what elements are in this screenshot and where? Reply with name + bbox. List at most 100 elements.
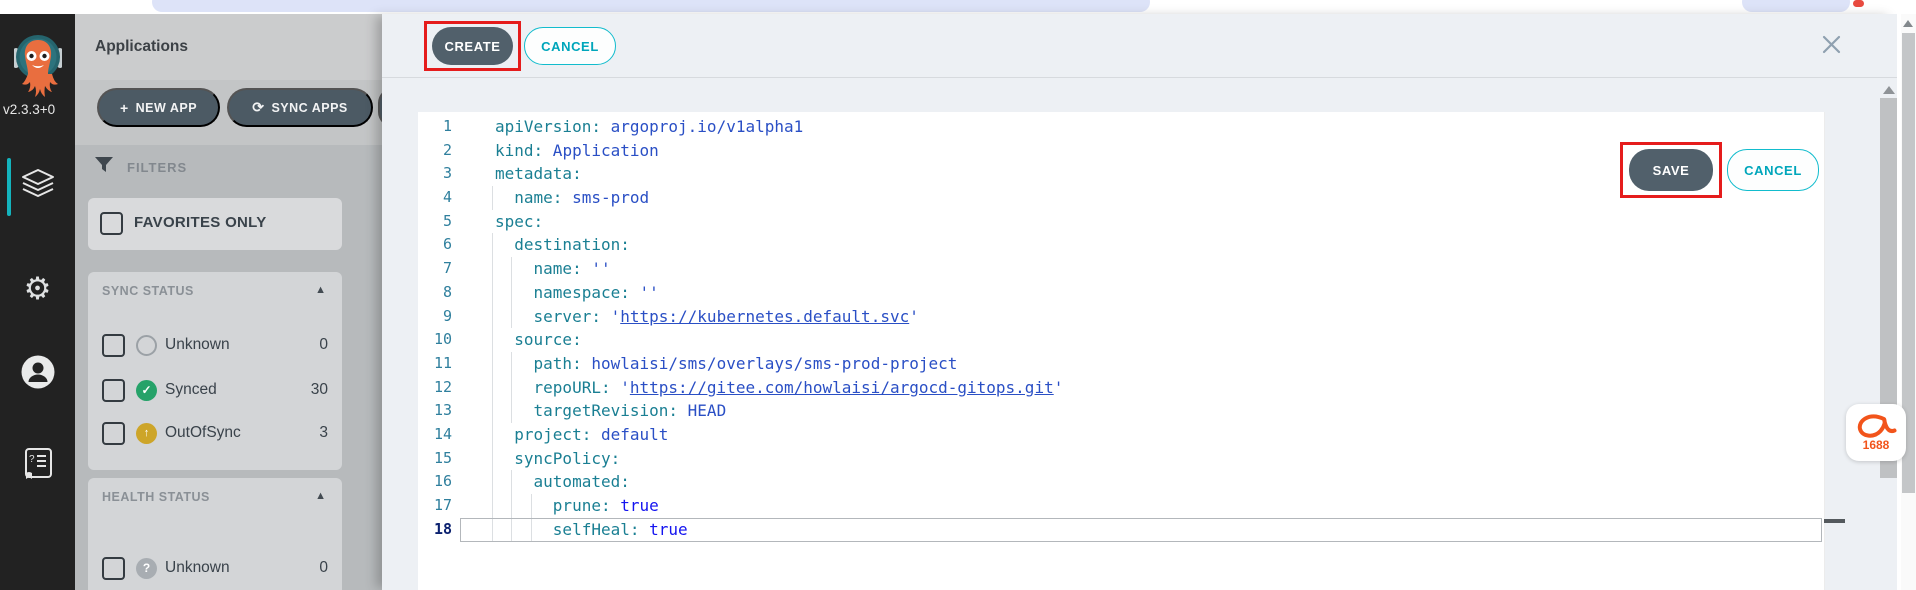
sidebar-item-settings[interactable]: ⚙ (0, 258, 75, 320)
sync-unknown-status-icon (136, 335, 157, 356)
indent-guide (492, 352, 493, 376)
code-line[interactable]: destination: (495, 233, 1824, 257)
indent-guide (492, 328, 493, 352)
code-token: howlaisi/sms/overlays/sms-prod-project (582, 354, 958, 373)
filter-checkbox[interactable] (102, 557, 125, 580)
filter-count: 0 (319, 559, 328, 577)
code-line[interactable]: path: howlaisi/sms/overlays/sms-prod-pro… (495, 352, 1824, 376)
code-line[interactable]: source: (495, 328, 1824, 352)
save-button[interactable]: SAVE (1629, 149, 1713, 191)
layers-icon (20, 168, 56, 207)
gear-icon: ⚙ (24, 271, 52, 307)
argocd-logo[interactable] (14, 26, 62, 102)
create-button[interactable]: CREATE (432, 27, 513, 65)
favorites-label: FAVORITES ONLY (134, 214, 267, 231)
code-token: repoURL: (495, 378, 611, 397)
code-line[interactable]: selfHeal: true (495, 518, 1824, 542)
code-line[interactable]: spec: (495, 210, 1824, 234)
filter-label: OutOfSync (165, 424, 241, 442)
help-book-icon: ? (21, 446, 55, 489)
outofsync-status-icon: ↑ (136, 423, 157, 444)
code-token: targetRevision: (495, 401, 678, 420)
favorites-checkbox[interactable] (100, 212, 123, 235)
code-token: name: (495, 259, 582, 278)
line-number: 13 (418, 399, 452, 423)
filter-checkbox[interactable] (102, 422, 125, 445)
code-line[interactable]: apiVersion: argoproj.io/v1alpha1 (495, 115, 1824, 139)
code-token: ' (601, 307, 620, 326)
browser-tab-shape (1742, 0, 1850, 12)
indent-guide (531, 494, 532, 518)
code-token: https://kubernetes.default.svc (620, 307, 909, 326)
alibaba-logo-icon (1853, 414, 1899, 440)
page-scrollbar[interactable] (1901, 14, 1916, 590)
indent-guide (492, 518, 493, 542)
sync-apps-button[interactable]: ⟳ SYNC APPS (227, 88, 373, 127)
new-app-button[interactable]: + NEW APP (97, 88, 220, 127)
sidebar-item-help[interactable]: ? (0, 436, 75, 498)
sidebar-item-user[interactable] (0, 343, 75, 405)
badge-label: 1688 (1863, 438, 1890, 452)
code-line[interactable]: targetRevision: HEAD (495, 399, 1824, 423)
filter-count: 3 (319, 424, 328, 442)
close-icon[interactable] (1822, 35, 1841, 54)
filter-checkbox[interactable] (102, 379, 125, 402)
code-token: default (591, 425, 668, 444)
code-line[interactable]: server: 'https://kubernetes.default.svc' (495, 305, 1824, 329)
panel-scroll-up-icon[interactable] (1883, 86, 1895, 94)
alibaba-1688-badge[interactable]: 1688 (1846, 404, 1906, 461)
code-line[interactable]: prune: true (495, 494, 1824, 518)
code-token: kind: (495, 141, 543, 160)
line-number: 16 (418, 470, 452, 494)
line-number: 2 (418, 139, 452, 163)
filter-checkbox[interactable] (102, 334, 125, 357)
panel-header: CREATE CANCEL (382, 14, 1897, 78)
editor-hscrollbar-thumb[interactable] (1824, 519, 1845, 523)
collapse-icon[interactable]: ▲ (315, 284, 326, 296)
code-token: metadata: (495, 164, 582, 183)
indent-guide (511, 257, 512, 281)
filters-title: FILTERS (127, 160, 187, 175)
code-line[interactable]: project: default (495, 423, 1824, 447)
code-token: https://gitee.com/howlaisi/argocd-gitops… (630, 378, 1054, 397)
indent-guide (492, 423, 493, 447)
code-line[interactable]: repoURL: 'https://gitee.com/howlaisi/arg… (495, 376, 1824, 400)
code-token: prune: (495, 496, 611, 515)
notification-dot (1853, 0, 1864, 7)
line-number: 8 (418, 281, 452, 305)
code-token: '' (630, 283, 659, 302)
code-token: namespace: (495, 283, 630, 302)
code-line[interactable]: name: '' (495, 257, 1824, 281)
code-token: HEAD (678, 401, 726, 420)
code-token: source: (495, 330, 582, 349)
sidebar-item-applications[interactable] (0, 156, 75, 218)
indent-guide (511, 518, 512, 542)
applications-toolbar: + NEW APP ⟳ SYNC APPS (75, 80, 382, 145)
code-token: '' (582, 259, 611, 278)
indent-guide (492, 494, 493, 518)
indent-guide (531, 518, 532, 542)
indent-guide (492, 186, 493, 210)
page-scroll-up-icon[interactable] (1903, 20, 1913, 27)
yaml-editor[interactable]: 123456789101112131415161718 apiVersion: … (418, 112, 1825, 590)
code-line[interactable]: syncPolicy: (495, 447, 1824, 471)
filter-row: Unknown0 (102, 331, 328, 359)
indent-guide (492, 376, 493, 400)
panel-cancel-button[interactable]: CANCEL (524, 27, 616, 65)
code-token: true (640, 520, 688, 539)
code-token: argoproj.io/v1alpha1 (601, 117, 803, 136)
line-number: 10 (418, 328, 452, 352)
line-number: 15 (418, 447, 452, 471)
filter-row: ✓Synced30 (102, 376, 328, 404)
indent-guide (511, 470, 512, 494)
indent-guide (492, 257, 493, 281)
filter-row: ?Unknown0 (102, 554, 328, 582)
code-line[interactable]: namespace: '' (495, 281, 1824, 305)
line-number: 1 (418, 115, 452, 139)
code-line[interactable]: automated: (495, 470, 1824, 494)
favorites-card: FAVORITES ONLY (88, 198, 342, 250)
collapse-icon[interactable]: ▲ (315, 490, 326, 502)
editor-cancel-button[interactable]: CANCEL (1727, 149, 1819, 191)
argocd-screen: v2.3.3+0 ⚙ (0, 0, 1916, 590)
line-number: 4 (418, 186, 452, 210)
